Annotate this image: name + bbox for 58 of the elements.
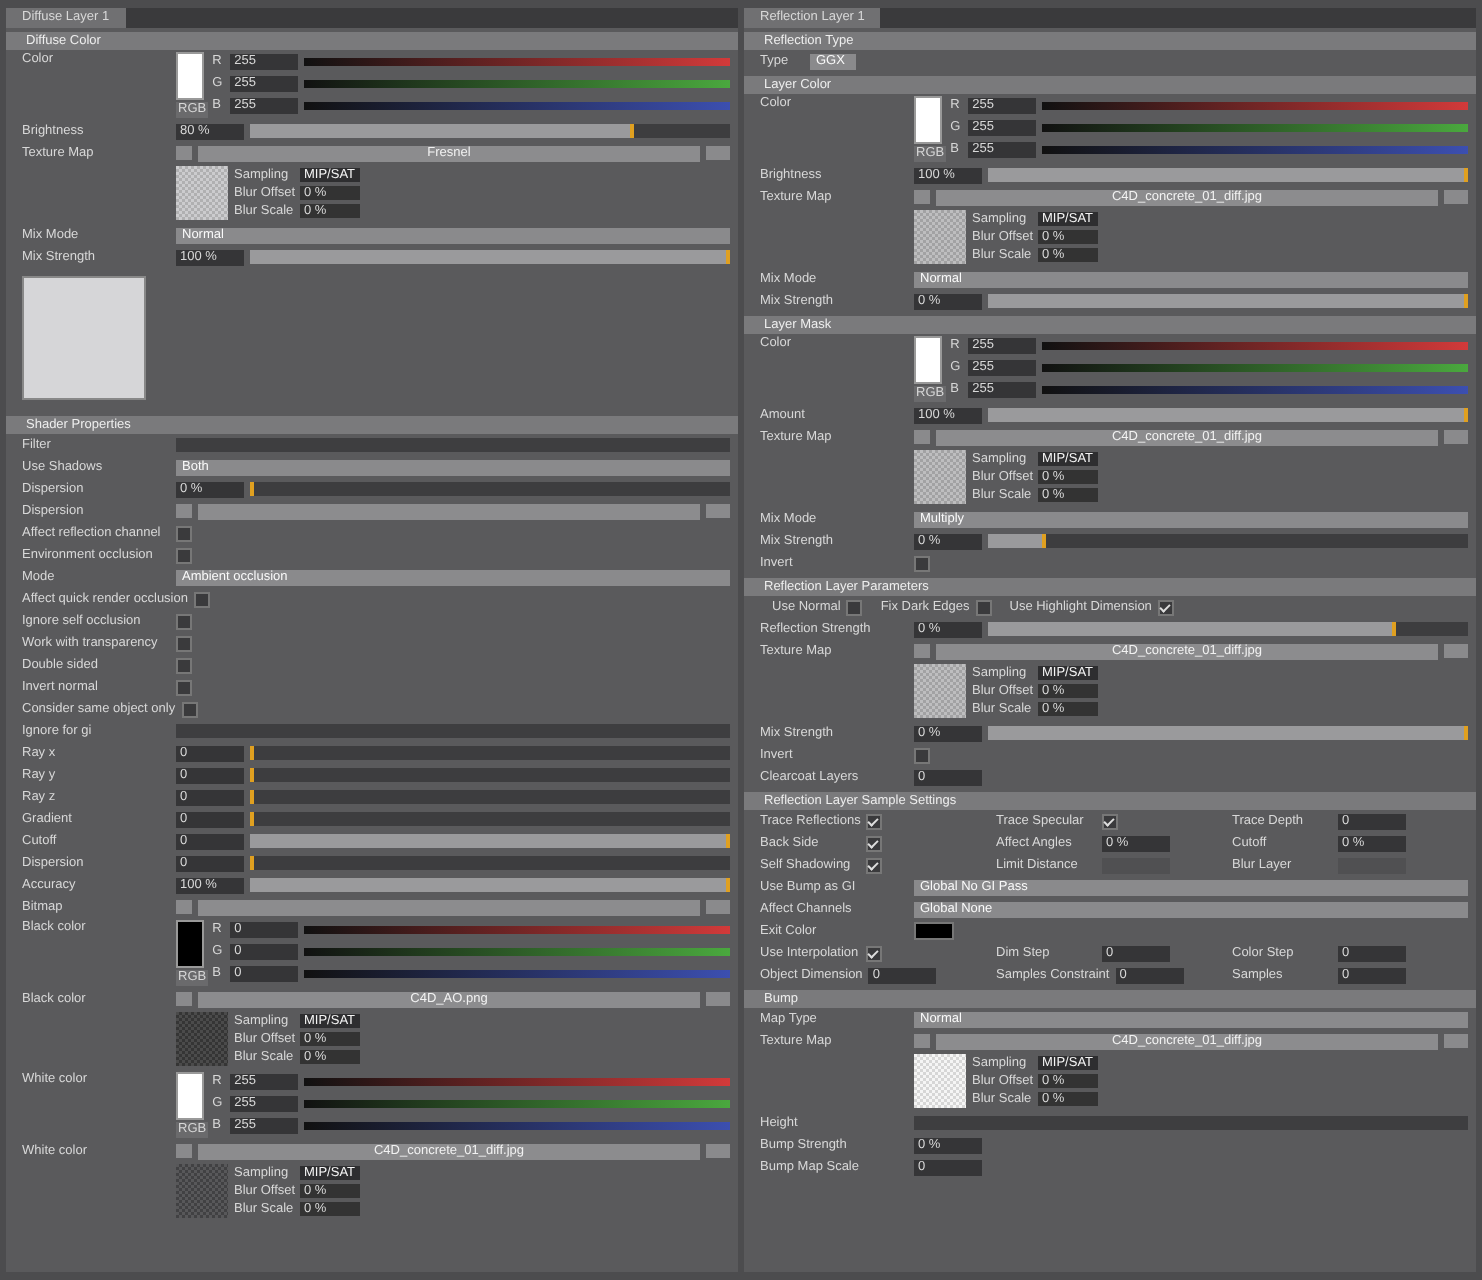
color-swatch[interactable] [176, 920, 204, 968]
checkbox[interactable] [176, 613, 192, 629]
color-swatch[interactable] [914, 922, 954, 940]
checkbox[interactable] [1102, 813, 1118, 829]
slider[interactable] [988, 294, 1468, 308]
channel-gradient[interactable] [304, 947, 730, 955]
slider[interactable] [250, 834, 730, 848]
checkbox[interactable] [846, 599, 863, 615]
slider[interactable] [988, 408, 1468, 422]
checkbox[interactable] [975, 599, 992, 615]
slider[interactable] [250, 856, 730, 870]
slider[interactable] [250, 812, 730, 826]
slider[interactable] [988, 726, 1468, 740]
color-swatch[interactable] [914, 96, 942, 144]
channel-gradient[interactable] [304, 1121, 730, 1129]
slider[interactable] [988, 168, 1468, 182]
channel-gradient[interactable] [304, 79, 730, 87]
slider[interactable] [250, 250, 730, 264]
color-swatch[interactable] [176, 1072, 204, 1120]
texture-path-field[interactable] [198, 899, 700, 915]
channel-gradient[interactable] [304, 969, 730, 977]
checkbox[interactable] [866, 835, 882, 851]
checkbox[interactable] [176, 547, 192, 563]
color-swatch[interactable] [914, 336, 942, 384]
checkbox[interactable] [914, 747, 930, 763]
checkbox[interactable] [176, 679, 192, 695]
channel-gradient[interactable] [1042, 385, 1468, 393]
channel-gradient[interactable] [1042, 341, 1468, 349]
slider[interactable] [250, 746, 730, 760]
checkbox[interactable] [914, 555, 930, 571]
channel-gradient[interactable] [304, 101, 730, 109]
channel-gradient[interactable] [1042, 145, 1468, 153]
checkbox[interactable] [866, 813, 883, 829]
checkbox[interactable] [176, 635, 192, 651]
channel-gradient[interactable] [304, 1099, 730, 1107]
channel-gradient[interactable] [304, 925, 730, 933]
channel-gradient[interactable] [1042, 123, 1468, 131]
checkbox[interactable] [176, 525, 192, 541]
slider[interactable] [250, 768, 730, 782]
material-preview [22, 276, 146, 400]
channel-gradient[interactable] [1042, 363, 1468, 371]
channel-gradient[interactable] [304, 1077, 730, 1085]
checkbox[interactable] [1157, 599, 1174, 615]
checkbox[interactable] [176, 657, 192, 673]
slider[interactable] [250, 482, 730, 496]
slider[interactable] [988, 622, 1468, 636]
color-swatch[interactable] [176, 52, 204, 100]
channel-gradient[interactable] [304, 57, 730, 65]
texture-path-field[interactable] [198, 503, 700, 519]
slider[interactable] [250, 124, 730, 138]
checkbox[interactable] [866, 857, 882, 873]
checkbox[interactable] [866, 945, 882, 961]
slider[interactable] [250, 878, 730, 892]
checkbox[interactable] [181, 701, 198, 717]
slider[interactable] [988, 534, 1468, 548]
slider[interactable] [250, 790, 730, 804]
channel-gradient[interactable] [1042, 101, 1468, 109]
checkbox[interactable] [193, 591, 210, 607]
